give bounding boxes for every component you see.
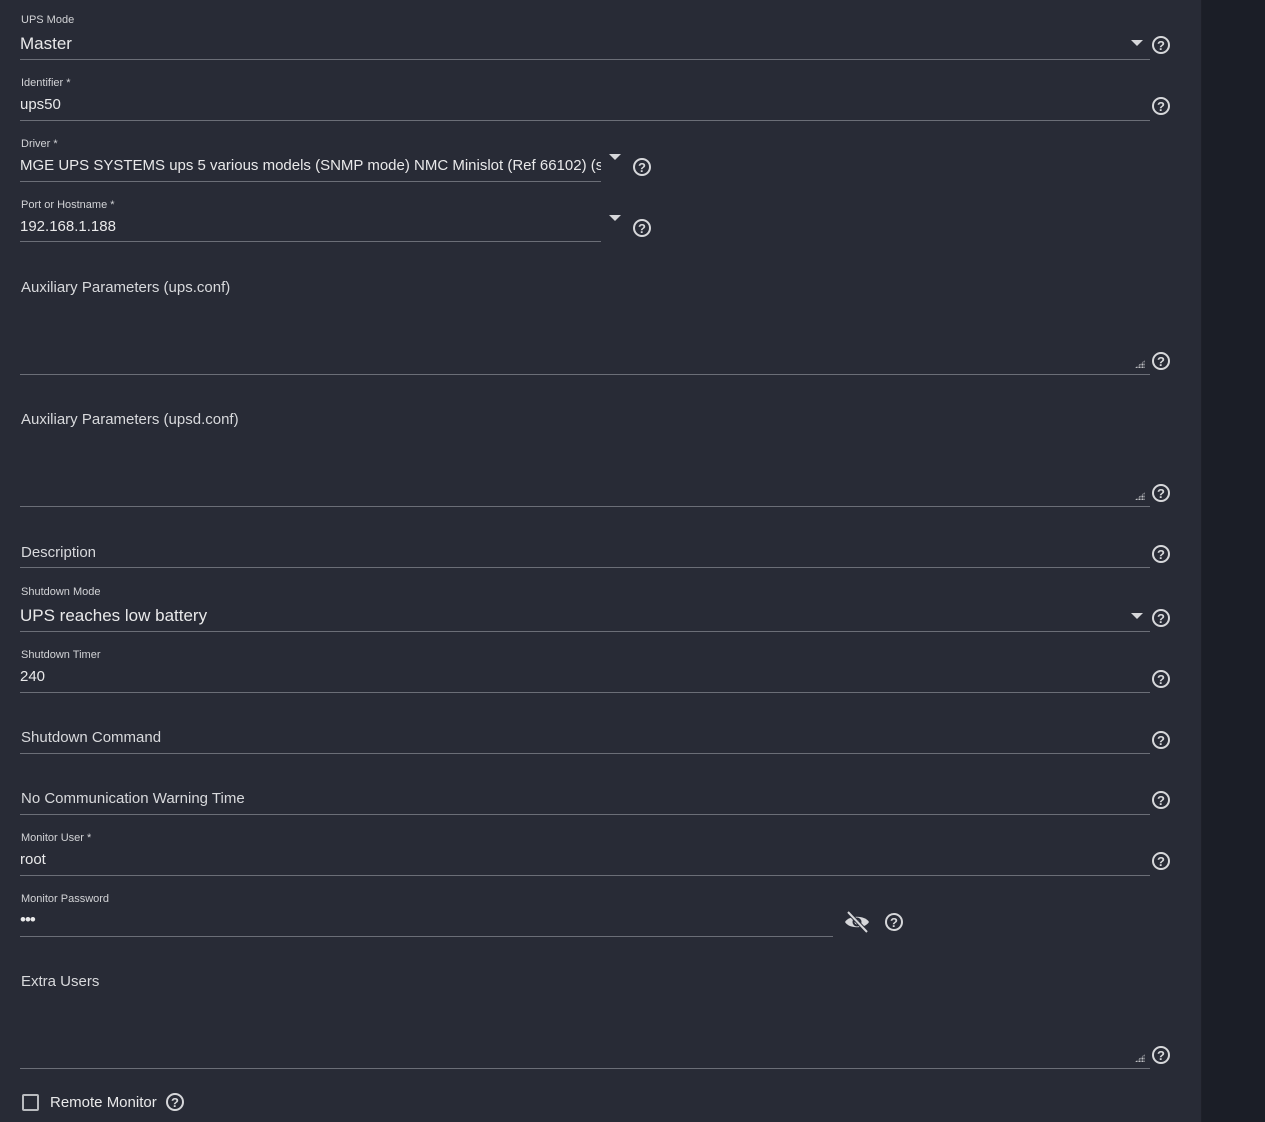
aux-upsd-underline [20, 506, 1150, 507]
shutdown-mode-label: Shutdown Mode [21, 586, 101, 598]
help-icon[interactable]: ? [1152, 36, 1170, 54]
help-icon[interactable]: ? [1152, 484, 1170, 502]
help-icon[interactable]: ? [633, 158, 651, 176]
ups-mode-underline [20, 59, 1150, 60]
resize-handle-icon[interactable] [1135, 492, 1145, 500]
description-input[interactable]: Description [21, 544, 96, 561]
help-icon[interactable]: ? [885, 913, 903, 931]
description-underline [20, 567, 1150, 568]
remote-monitor-checkbox[interactable] [22, 1094, 39, 1111]
port-underline [20, 241, 601, 242]
port-input[interactable]: 192.168.1.188 [20, 218, 590, 235]
help-icon[interactable]: ? [1152, 791, 1170, 809]
help-icon[interactable]: ? [166, 1093, 184, 1111]
caret-down-icon[interactable] [609, 154, 621, 160]
help-icon[interactable]: ? [1152, 609, 1170, 627]
shutdown-timer-underline [20, 692, 1150, 693]
aux-ups-underline [20, 374, 1150, 375]
extra-users-textarea[interactable]: Extra Users [21, 973, 99, 990]
ups-mode-select[interactable]: Master [20, 34, 1120, 54]
caret-down-icon[interactable] [1131, 613, 1143, 619]
identifier-underline [20, 120, 1150, 121]
extra-users-underline [20, 1068, 1150, 1069]
shutdown-timer-input[interactable]: 240 [20, 668, 1120, 685]
aux-ups-conf-textarea[interactable]: Auxiliary Parameters (ups.conf) [21, 279, 230, 296]
eye-off-icon[interactable] [843, 909, 871, 935]
driver-underline [20, 181, 601, 182]
identifier-input[interactable]: ups50 [20, 96, 1120, 113]
shutdown-timer-label: Shutdown Timer [21, 649, 101, 661]
monitor-user-input[interactable]: root [20, 851, 1120, 868]
no-comm-warning-input[interactable]: No Communication Warning Time [21, 790, 245, 807]
resize-handle-icon[interactable] [1135, 360, 1145, 368]
ups-form-panel: UPS Mode Master ? Identifier * ups50 ? D… [0, 0, 1202, 1122]
monitor-user-label: Monitor User * [21, 832, 92, 844]
help-icon[interactable]: ? [1152, 97, 1170, 115]
port-label: Port or Hostname * [21, 199, 115, 211]
help-icon[interactable]: ? [633, 219, 651, 237]
help-icon[interactable]: ? [1152, 670, 1170, 688]
shutdown-mode-underline [20, 631, 1150, 632]
help-icon[interactable]: ? [1152, 1046, 1170, 1064]
ups-mode-label: UPS Mode [21, 14, 75, 26]
help-icon[interactable]: ? [1152, 731, 1170, 749]
resize-handle-icon[interactable] [1135, 1054, 1145, 1062]
aux-upsd-conf-textarea[interactable]: Auxiliary Parameters (upsd.conf) [21, 411, 239, 428]
help-icon[interactable]: ? [1152, 545, 1170, 563]
caret-down-icon[interactable] [1131, 40, 1143, 46]
monitor-user-underline [20, 875, 1150, 876]
help-icon[interactable]: ? [1152, 852, 1170, 870]
driver-select[interactable]: MGE UPS SYSTEMS ups 5 various models (SN… [20, 157, 601, 174]
monitor-password-underline [20, 936, 833, 937]
shutdown-command-input[interactable]: Shutdown Command [21, 729, 161, 746]
shutdown-mode-select[interactable]: UPS reaches low battery [20, 606, 1120, 626]
remote-monitor-label: Remote Monitor [50, 1094, 157, 1111]
help-icon[interactable]: ? [1152, 352, 1170, 370]
caret-down-icon[interactable] [609, 215, 621, 221]
shutdown-command-underline [20, 753, 1150, 754]
monitor-password-label: Monitor Password [21, 893, 110, 905]
no-comm-underline [20, 814, 1150, 815]
identifier-label: Identifier * [21, 77, 71, 89]
driver-label: Driver * [21, 138, 58, 150]
monitor-password-input[interactable]: ••• [20, 910, 820, 930]
